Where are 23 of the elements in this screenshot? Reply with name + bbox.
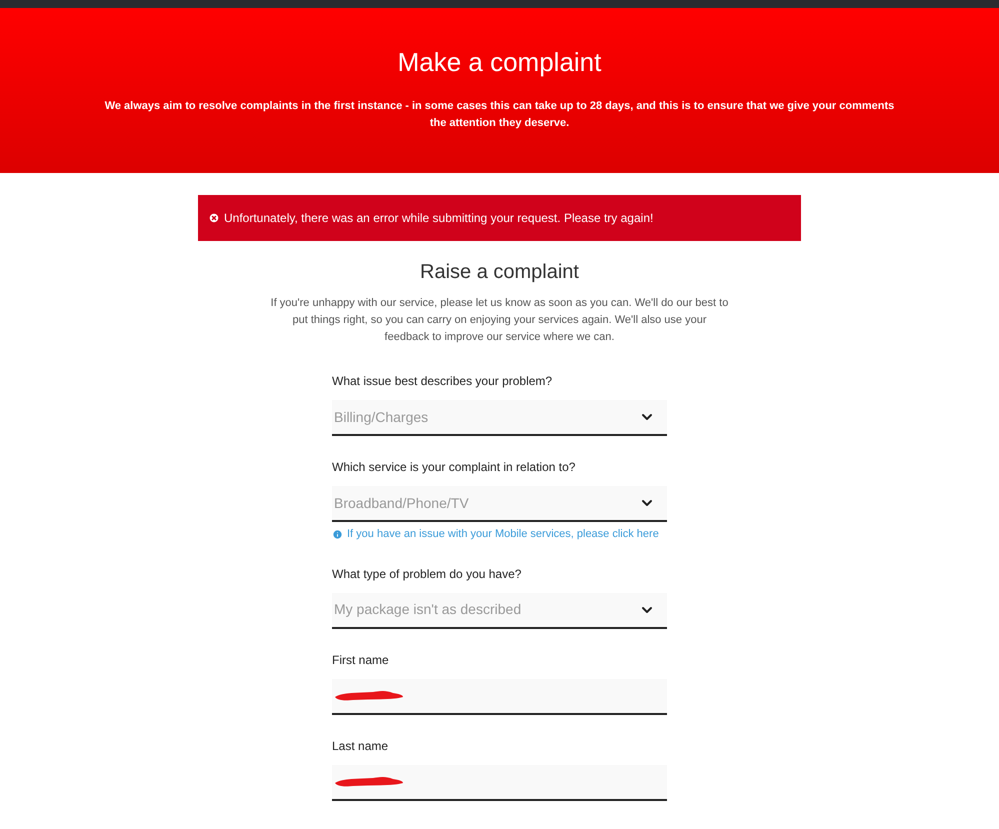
field-label: First name xyxy=(332,652,390,668)
field-label: Which service is your complaint in relation to? xyxy=(332,459,576,476)
dropdown-value: Billing/Charges xyxy=(334,408,428,427)
info-icon xyxy=(332,528,343,540)
header-subtitle: We always aim to resolve complaints in the first instance - in some cases this can take up to 28 days, and this is to ensure that we give your comments the attention they deserve. xyxy=(104,99,896,131)
field-label: What type of problem do you have? xyxy=(332,566,522,582)
input-field[interactable] xyxy=(332,678,667,714)
field-label: What issue best describes your problem? xyxy=(332,373,554,390)
dropdown-field[interactable]: Broadband/Phone/TV xyxy=(332,486,667,522)
dropdown-value: Broadband/Phone/TV xyxy=(334,494,469,512)
section-intro: If you're unhappy with our service, please let us know as soon as you can. We'll do our best to put things right, so you can carry on enjoying your services again. We'll also use your feedback to improve our service where we can. xyxy=(270,296,730,345)
input-field[interactable] xyxy=(332,764,667,800)
error-icon xyxy=(208,212,220,224)
redaction-mark xyxy=(333,774,405,788)
mobile-services-link[interactable]: If you have an issue with your Mobile services, please click here xyxy=(347,526,659,542)
dropdown-value: My package isn't as described xyxy=(334,600,522,619)
dropdown-field[interactable]: My package isn't as described xyxy=(332,592,667,628)
page-title: Make a complaint xyxy=(398,46,602,79)
field-label: Last name xyxy=(332,738,390,754)
redaction-mark xyxy=(333,688,405,702)
dropdown-field[interactable]: Billing/Charges xyxy=(332,400,667,436)
section-title: Raise a complaint xyxy=(419,260,580,285)
error-message: Unfortunately, there was an error while submitting your request. Please try again! xyxy=(224,210,654,227)
